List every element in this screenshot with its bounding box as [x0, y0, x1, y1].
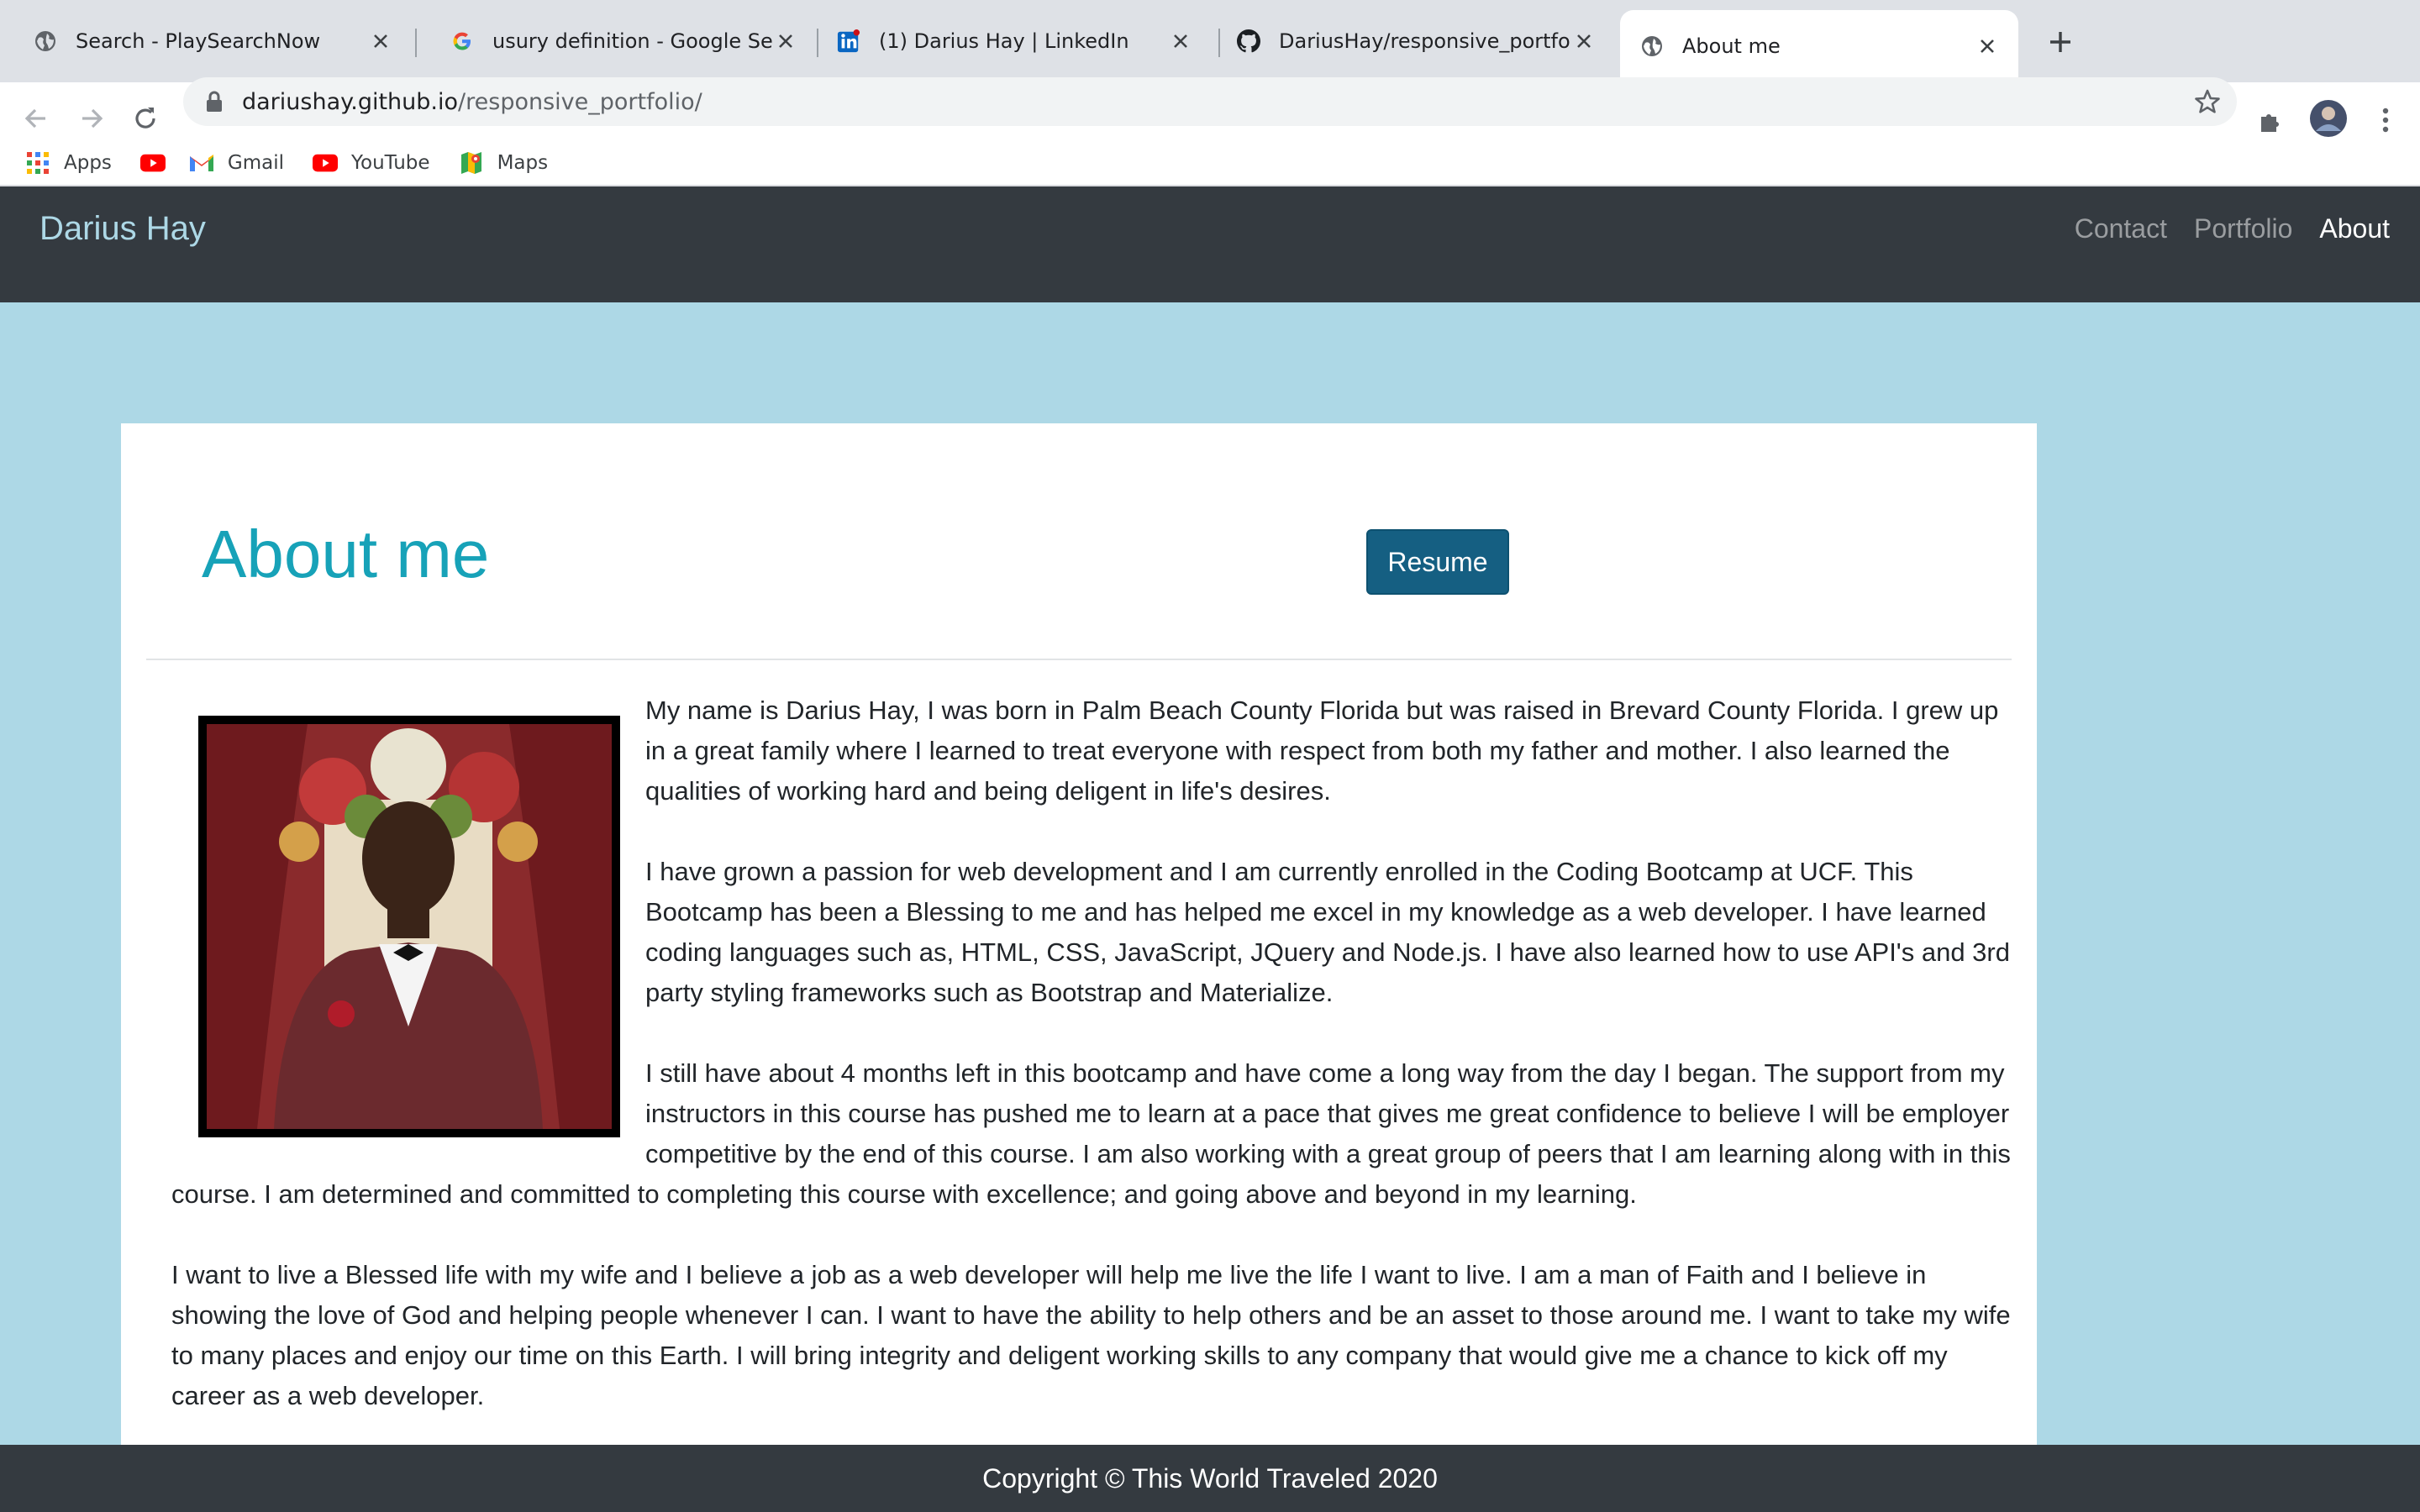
nav-link-about[interactable]: About	[2319, 210, 2390, 247]
browser-tab-active[interactable]: About me	[1620, 10, 2018, 82]
bookmarks-bar: Apps Gmail YouTube Maps	[0, 139, 2420, 186]
close-icon[interactable]	[773, 29, 798, 54]
bookmark-youtube-icon-only[interactable]	[139, 150, 166, 176]
youtube-icon	[313, 150, 339, 176]
nav-link-contact[interactable]: Contact	[2075, 210, 2167, 247]
apps-grid-icon	[25, 150, 50, 176]
reload-icon[interactable]	[126, 99, 165, 138]
browser-tab[interactable]: (1) Darius Hay | LinkedIn	[803, 12, 1212, 71]
close-icon[interactable]	[1571, 29, 1597, 54]
browser-tab[interactable]: Search - PlaySearchNow	[0, 12, 412, 71]
more-menu-icon[interactable]	[2366, 101, 2405, 139]
tab-title: About me	[1682, 34, 1781, 58]
google-icon	[450, 29, 474, 53]
divider	[146, 659, 2012, 660]
bookmark-label: YouTube	[351, 152, 430, 174]
extensions-puzzle-icon[interactable]	[2252, 101, 2291, 139]
resume-button[interactable]: Resume	[1366, 529, 1509, 595]
linkedin-icon	[837, 29, 860, 53]
about-card: About me Resume My name is Darius Hay, I…	[121, 423, 2037, 1445]
about-content: My name is Darius Hay, I was born in Pal…	[171, 690, 2012, 1445]
tab-title: DariusHay/responsive_portfolio	[1279, 29, 1571, 53]
close-icon[interactable]	[368, 29, 393, 54]
nav-links: Contact Portfolio About	[2048, 210, 2390, 247]
bookmark-label: Apps	[64, 152, 112, 174]
globe-icon	[1640, 34, 1664, 58]
new-tab-icon[interactable]	[2042, 24, 2079, 60]
tab-title: (1) Darius Hay | LinkedIn	[879, 29, 1129, 53]
bookmark-apps[interactable]: Apps	[25, 150, 112, 176]
address-bar[interactable]: dariushay.github.io/responsive_portfolio…	[183, 77, 2237, 126]
close-icon[interactable]	[1975, 34, 2000, 59]
url-domain: dariushay.github.io	[242, 88, 459, 115]
tab-title: Search - PlaySearchNow	[76, 29, 321, 53]
footer: Copyright © This World Traveled 2020	[0, 1445, 2420, 1512]
forward-arrow-icon[interactable]	[72, 99, 111, 138]
browser-tab[interactable]: usury definition - Google Search	[417, 12, 817, 71]
bookmark-label: Gmail	[227, 152, 285, 174]
site-brand[interactable]: Darius Hay	[39, 205, 206, 252]
bookmark-gmail[interactable]: Gmail	[189, 150, 284, 176]
page-title: About me	[202, 517, 490, 591]
bookmark-maps[interactable]: Maps	[459, 150, 549, 176]
browser-tab[interactable]: DariusHay/responsive_portfolio	[1203, 12, 1615, 71]
profile-photo	[198, 716, 620, 1137]
nav-link-portfolio[interactable]: Portfolio	[2194, 210, 2292, 247]
gmail-icon	[189, 150, 214, 176]
avatar[interactable]	[2309, 99, 2348, 138]
maps-icon	[459, 150, 484, 176]
bookmark-label: Maps	[497, 152, 549, 174]
about-paragraph: I want to live a Blessed life with my wi…	[171, 1260, 2011, 1410]
url-path: /responsive_portfolio/	[458, 88, 702, 115]
site-navbar: Darius Hay Contact Portfolio About	[0, 186, 2420, 302]
lock-icon[interactable]	[202, 89, 227, 114]
copyright-text: Copyright © This World Traveled 2020	[982, 1462, 1438, 1494]
youtube-icon	[139, 150, 166, 176]
github-icon	[1237, 29, 1260, 53]
globe-icon	[34, 29, 57, 53]
browser-tab-bar: Search - PlaySearchNow usury definition …	[0, 0, 2420, 82]
close-icon[interactable]	[1168, 29, 1193, 54]
back-arrow-icon[interactable]	[17, 99, 55, 138]
bookmark-star-icon[interactable]	[2193, 87, 2222, 116]
bookmark-youtube[interactable]: YouTube	[313, 150, 430, 176]
tab-title: usury definition - Google Search	[492, 29, 773, 53]
url-text[interactable]: dariushay.github.io/responsive_portfolio…	[242, 89, 702, 115]
